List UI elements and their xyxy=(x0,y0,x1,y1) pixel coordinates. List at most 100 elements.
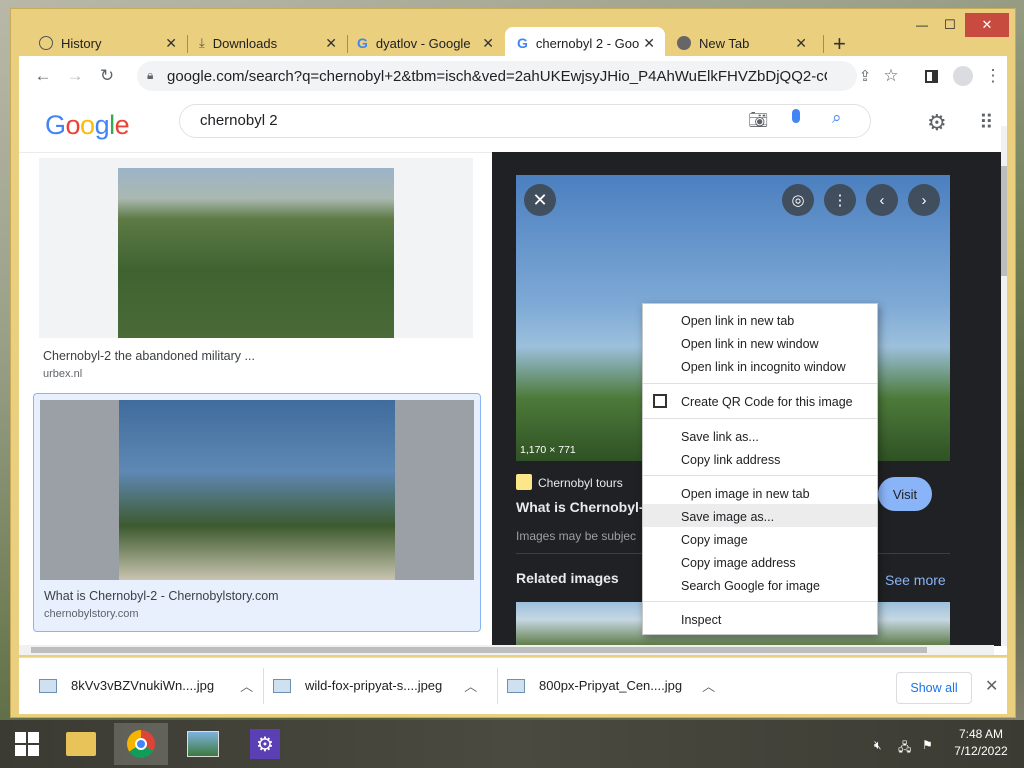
chevron-up-icon[interactable]: ︿ xyxy=(464,676,477,695)
history-icon xyxy=(39,36,53,50)
menu-kebab-icon[interactable]: ⋮ xyxy=(981,64,1005,88)
reload-icon[interactable]: ↻ xyxy=(95,64,119,88)
google-g-icon: G xyxy=(357,35,368,51)
network-icon[interactable]: 🖧 xyxy=(898,738,911,759)
tab-close-icon[interactable]: ✕ xyxy=(325,35,337,52)
scrollbar-thumb[interactable] xyxy=(1001,166,1007,276)
download-icon: ⤓ xyxy=(199,35,205,50)
chrome-icon xyxy=(677,36,691,50)
google-logo[interactable]: Google xyxy=(45,110,130,141)
image-result[interactable]: Chernobyl-2 the abandoned military ... u… xyxy=(39,158,473,382)
microphone-icon[interactable] xyxy=(792,109,800,123)
apps-grid-icon[interactable]: ⠿ xyxy=(979,110,994,135)
tab-close-icon[interactable]: ✕ xyxy=(643,35,655,52)
tab-new-tab[interactable]: New Tab ✕ xyxy=(667,27,817,59)
url-text: google.com/search?q=chernobyl+2&tbm=isch… xyxy=(167,67,827,85)
tab-close-icon[interactable]: ✕ xyxy=(165,35,177,52)
taskbar-file-explorer[interactable] xyxy=(54,723,108,765)
taskbar-photos[interactable] xyxy=(176,723,230,765)
menu-item-open-image-new-tab[interactable]: Open image in new tab xyxy=(681,487,810,501)
tab-downloads[interactable]: ⤓ Downloads ✕ xyxy=(189,27,347,59)
taskbar-chrome[interactable] xyxy=(114,723,168,765)
menu-item-inspect[interactable]: Inspect xyxy=(681,613,721,627)
tab-close-icon[interactable]: ✕ xyxy=(482,35,494,52)
menu-item-save-image-as[interactable]: Save image as... xyxy=(681,510,774,524)
chevron-up-icon[interactable]: ︿ xyxy=(702,676,715,695)
picture-icon xyxy=(187,731,219,757)
menu-item-copy-link-address[interactable]: Copy link address xyxy=(681,453,780,467)
new-tab-button[interactable]: + xyxy=(833,31,846,57)
result-title[interactable]: Chernobyl-2 the abandoned military ... xyxy=(43,349,255,363)
address-bar[interactable]: 🔒︎ google.com/search?q=chernobyl+2&tbm=i… xyxy=(137,61,857,91)
back-arrow-icon[interactable]: ← xyxy=(31,64,55,88)
show-all-button[interactable]: Show all xyxy=(896,672,972,704)
menu-item-open-link-incognito[interactable]: Open link in incognito window xyxy=(681,360,846,374)
result-site: chernobylstory.com xyxy=(44,608,139,620)
context-menu: Open link in new tab Open link in new wi… xyxy=(642,303,878,635)
share-icon[interactable]: ⇪ xyxy=(853,64,877,88)
search-icon[interactable]: ⌕ xyxy=(832,108,842,128)
camera-icon[interactable]: 📷︎ xyxy=(748,110,768,130)
download-filename: wild-fox-pripyat-s....jpeg xyxy=(305,678,443,693)
result-title[interactable]: What is Chernobyl-2 - Chernobylstory.com xyxy=(44,589,279,603)
result-thumbnail-image xyxy=(118,168,394,338)
profile-avatar-icon[interactable] xyxy=(951,64,975,88)
close-downloads-icon[interactable]: ✕ xyxy=(985,676,998,696)
download-item[interactable]: wild-fox-pripyat-s....jpeg ︿ xyxy=(273,676,477,695)
menu-separator xyxy=(643,601,877,602)
google-logo-letter: e xyxy=(114,110,130,140)
see-more-link[interactable]: See more xyxy=(885,572,946,588)
qr-code-icon xyxy=(653,394,667,408)
lens-search-button[interactable]: ◎ xyxy=(782,184,814,216)
google-header: Google chernobyl 2 📷︎ ⌕ ⚙ ⠿ xyxy=(19,96,1007,153)
menu-item-open-link-new-window[interactable]: Open link in new window xyxy=(681,337,819,351)
notification-flag-icon[interactable]: ⚑ xyxy=(922,738,933,752)
forward-arrow-icon[interactable]: → xyxy=(63,64,87,88)
tab-dyatlov[interactable]: G dyatlov - Google ✕ xyxy=(349,27,504,59)
chevron-right-icon: › xyxy=(921,191,927,209)
download-divider xyxy=(497,668,498,704)
menu-item-create-qr-code[interactable]: Create QR Code for this image xyxy=(681,395,853,409)
volume-muted-icon[interactable]: 🔇︎ xyxy=(874,738,882,753)
image-dimensions: 1,170 × 771 xyxy=(520,444,576,456)
menu-separator xyxy=(643,418,877,419)
tab-close-icon[interactable]: ✕ xyxy=(795,35,807,52)
close-preview-button[interactable]: ✕ xyxy=(524,184,556,216)
side-panel-icon[interactable] xyxy=(919,64,943,88)
menu-item-copy-image[interactable]: Copy image xyxy=(681,533,748,547)
download-filename: 8kVv3vBZVnukiWn....jpg xyxy=(71,678,215,693)
bookmark-star-icon[interactable]: ☆ xyxy=(879,64,903,88)
chevron-left-icon: ‹ xyxy=(879,191,885,209)
image-file-icon xyxy=(507,678,525,693)
download-item[interactable]: 800px-Pripyat_Cen....jpg ︿ xyxy=(507,676,715,695)
source-name[interactable]: Chernobyl tours xyxy=(538,476,623,490)
menu-separator xyxy=(643,383,877,384)
menu-item-save-link-as[interactable]: Save link as... xyxy=(681,430,759,444)
visit-button[interactable]: Visit xyxy=(878,477,932,511)
preview-title[interactable]: What is Chernobyl- xyxy=(516,499,644,515)
more-options-button[interactable]: ⋮ xyxy=(824,184,856,216)
menu-item-open-link-new-tab[interactable]: Open link in new tab xyxy=(681,314,794,328)
search-box[interactable]: chernobyl 2 📷︎ ⌕ xyxy=(179,104,871,138)
next-button[interactable]: › xyxy=(908,184,940,216)
google-logo-letter: g xyxy=(94,110,110,140)
scrollbar-thumb[interactable] xyxy=(31,647,927,653)
related-images-heading: Related images xyxy=(516,570,619,586)
start-button[interactable] xyxy=(0,723,54,765)
tab-history[interactable]: History ✕ xyxy=(29,27,187,59)
download-item[interactable]: 8kVv3vBZVnukiWn....jpg ︿ xyxy=(39,676,253,695)
taskbar-settings[interactable]: ⚙ xyxy=(238,723,292,765)
menu-item-search-google-for-image[interactable]: Search Google for image xyxy=(681,579,820,593)
horizontal-scrollbar[interactable] xyxy=(19,645,994,655)
chevron-up-icon[interactable]: ︿ xyxy=(240,676,253,695)
image-result-selected[interactable]: What is Chernobyl-2 - Chernobylstory.com… xyxy=(33,393,481,632)
previous-button[interactable]: ‹ xyxy=(866,184,898,216)
tab-chernobyl[interactable]: G chernobyl 2 - Goo ✕ xyxy=(505,27,665,59)
clock[interactable]: 7:48 AM 7/12/2022 xyxy=(946,726,1016,760)
browser-toolbar: ← → ↻ 🔒︎ google.com/search?q=chernobyl+2… xyxy=(19,56,1007,96)
menu-item-copy-image-address[interactable]: Copy image address xyxy=(681,556,796,570)
settings-gear-icon[interactable]: ⚙ xyxy=(927,110,947,136)
image-file-icon xyxy=(273,678,291,693)
vertical-scrollbar[interactable] xyxy=(1001,126,1007,646)
downloads-bar: 8kVv3vBZVnukiWn....jpg ︿ wild-fox-pripya… xyxy=(19,657,1007,714)
